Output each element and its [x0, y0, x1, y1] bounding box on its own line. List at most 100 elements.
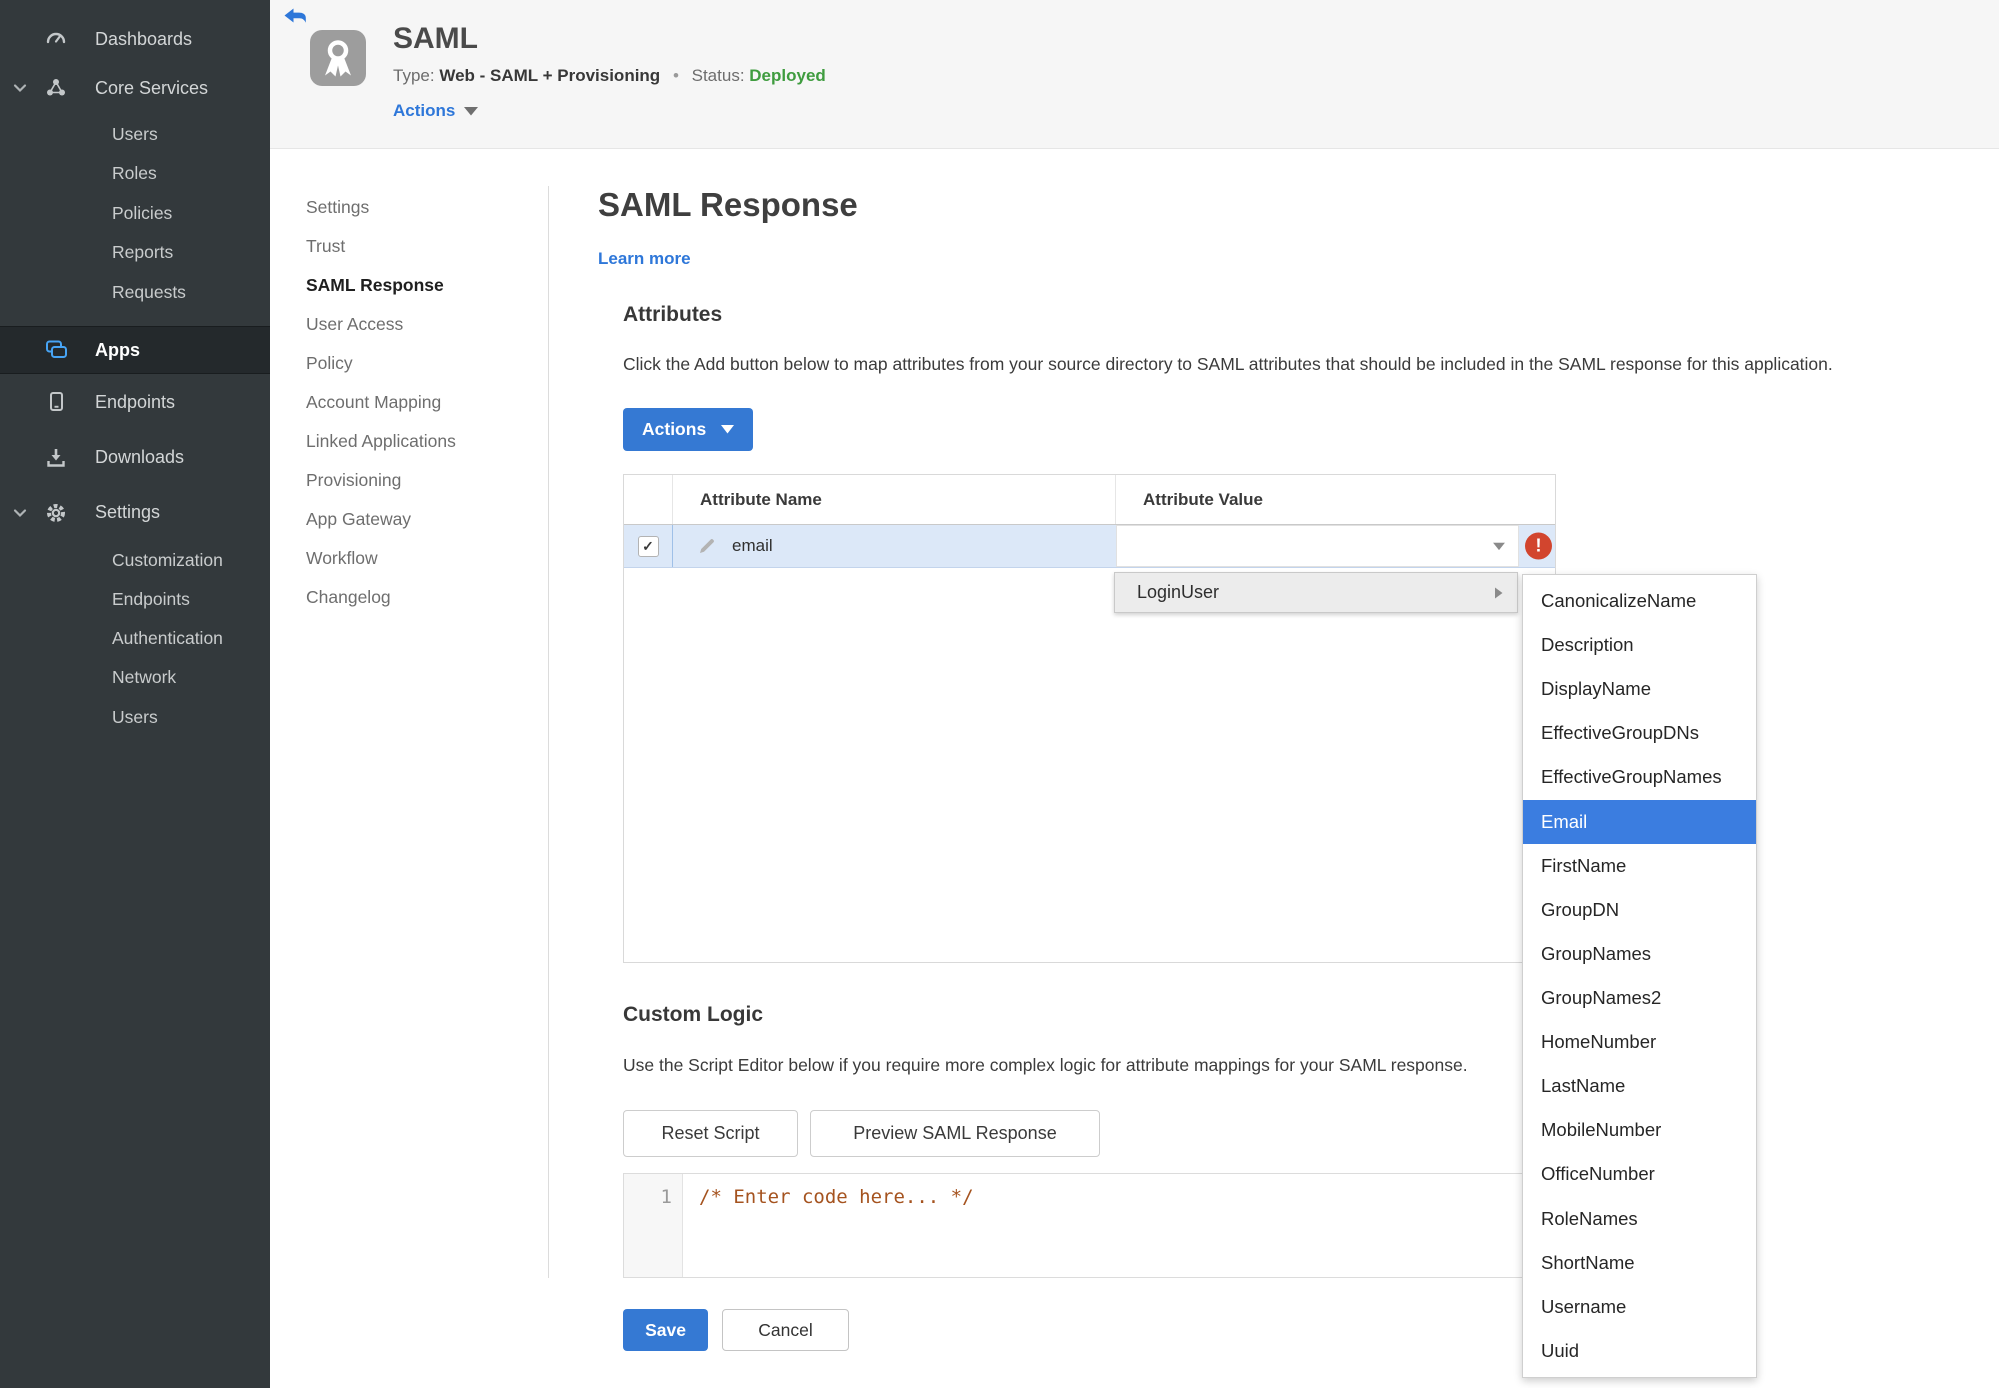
status-badge: Deployed — [749, 66, 826, 85]
sidebar-item-label: Core Services — [95, 77, 209, 98]
save-button[interactable]: Save — [623, 1309, 708, 1351]
app-title: SAML — [393, 22, 478, 55]
tab-account-mapping[interactable]: Account Mapping — [306, 383, 456, 422]
column-header-attribute-name: Attribute Name — [673, 475, 1116, 524]
tab-policy[interactable]: Policy — [306, 344, 456, 383]
menu-item-displayname[interactable]: DisplayName — [1523, 667, 1756, 711]
column-header-attribute-value: Attribute Value — [1143, 489, 1263, 509]
menu-item-uuid[interactable]: Uuid — [1523, 1329, 1756, 1373]
app-subnav: Settings Trust SAML Response User Access… — [306, 188, 456, 617]
sidebar-item-endpoints[interactable]: Endpoints — [0, 374, 270, 430]
sidebar-item-roles[interactable]: Roles — [0, 154, 270, 193]
tab-app-gateway[interactable]: App Gateway — [306, 500, 456, 539]
menu-item-rolenames[interactable]: RoleNames — [1523, 1197, 1756, 1241]
attributes-heading: Attributes — [623, 303, 723, 326]
attributes-actions-button[interactable]: Actions — [623, 408, 754, 451]
tab-changelog[interactable]: Changelog — [306, 578, 456, 617]
sidebar-item-label: Dashboards — [95, 28, 193, 49]
reset-script-button[interactable]: Reset Script — [623, 1110, 798, 1157]
sidebar-item-reports[interactable]: Reports — [0, 233, 270, 272]
dashboard-gauge-icon — [44, 27, 74, 51]
submenu-arrow-icon — [1495, 587, 1503, 598]
tab-provisioning[interactable]: Provisioning — [306, 461, 456, 500]
menu-item-mobilenumber[interactable]: MobileNumber — [1523, 1108, 1756, 1152]
tab-user-access[interactable]: User Access — [306, 305, 456, 344]
caret-down-icon — [1493, 542, 1505, 551]
cancel-button[interactable]: Cancel — [722, 1309, 849, 1351]
attributes-table: Attribute Name Attribute Value ✓ email ! — [623, 474, 1556, 963]
apps-stack-icon — [44, 338, 74, 362]
chevron-down-icon — [0, 508, 44, 518]
sidebar-item-label: Downloads — [95, 447, 185, 467]
sidebar-item-users[interactable]: Users — [0, 114, 270, 154]
menu-item-groupnames[interactable]: GroupNames — [1523, 932, 1756, 976]
menu-item-lastname[interactable]: LastName — [1523, 1064, 1756, 1108]
preview-saml-response-button[interactable]: Preview SAML Response — [810, 1110, 1100, 1157]
error-icon: ! — [1525, 532, 1552, 560]
sidebar-item-label: Endpoints — [95, 391, 176, 412]
editor-gutter: 1 — [624, 1174, 683, 1277]
sidebar-item-core-services[interactable]: Core Services — [0, 62, 270, 114]
header-actions-menu[interactable]: Actions — [393, 101, 479, 121]
menu-item-officenumber[interactable]: OfficeNumber — [1523, 1152, 1756, 1196]
tab-trust[interactable]: Trust — [306, 227, 456, 266]
menu-item-email-selected[interactable]: Email — [1523, 799, 1756, 844]
menu-item-username[interactable]: Username — [1523, 1285, 1756, 1329]
menu-item-shortname[interactable]: ShortName — [1523, 1241, 1756, 1285]
cancel-label: Cancel — [758, 1319, 813, 1340]
chevron-down-icon — [0, 83, 44, 93]
attribute-name-cell: email — [673, 525, 1116, 567]
menu-item-firstname[interactable]: FirstName — [1523, 844, 1756, 888]
select-column-header — [624, 475, 673, 524]
learn-more-link[interactable]: Learn more — [598, 249, 691, 269]
page-title: SAML Response — [598, 186, 858, 223]
menu-item-homenumber[interactable]: HomeNumber — [1523, 1020, 1756, 1064]
sidebar-item-customization[interactable]: Customization — [0, 540, 270, 580]
sidebar-item-settings-users[interactable]: Users — [0, 697, 270, 737]
download-icon — [44, 446, 74, 470]
reset-script-label: Reset Script — [661, 1123, 760, 1143]
app-root: Dashboards Core Services Users Roles Pol… — [0, 0, 1999, 1388]
sidebar-item-authentication[interactable]: Authentication — [0, 619, 270, 658]
script-editor: 1 /* Enter code here... */ — [623, 1173, 1556, 1278]
attribute-value-dropdown[interactable] — [1116, 525, 1519, 567]
sidebar-item-settings-endpoints[interactable]: Endpoints — [0, 580, 270, 619]
menu-item-groupnames2[interactable]: GroupNames2 — [1523, 976, 1756, 1020]
app-meta: Type: Web - SAML + Provisioning • Status… — [393, 66, 826, 86]
edit-pencil-icon[interactable] — [697, 536, 717, 556]
sidebar-item-policies[interactable]: Policies — [0, 193, 270, 233]
menu-item-effectivegroupdns[interactable]: EffectiveGroupDNs — [1523, 711, 1756, 755]
menu-item-groupdn[interactable]: GroupDN — [1523, 888, 1756, 932]
attributes-table-header: Attribute Name Attribute Value — [624, 475, 1555, 525]
tab-linked-applications[interactable]: Linked Applications — [306, 422, 456, 461]
app-header: SAML Type: Web - SAML + Provisioning • S… — [270, 0, 1999, 149]
editor-line-number: 1 — [660, 1186, 672, 1208]
tab-workflow[interactable]: Workflow — [306, 539, 456, 578]
sidebar-item-settings[interactable]: Settings — [0, 485, 270, 540]
sidebar-item-downloads[interactable]: Downloads — [0, 430, 270, 485]
back-arrow-icon[interactable] — [284, 8, 307, 31]
menu-item-canonicalizename[interactable]: CanonicalizeName — [1523, 579, 1756, 623]
preview-saml-response-label: Preview SAML Response — [853, 1123, 1057, 1143]
tab-settings[interactable]: Settings — [306, 188, 456, 227]
tab-saml-response[interactable]: SAML Response — [306, 266, 456, 305]
sidebar-item-network[interactable]: Network — [0, 658, 270, 697]
row-checkbox[interactable]: ✓ — [637, 535, 659, 557]
context-menu-loginuser[interactable]: LoginUser — [1114, 572, 1518, 613]
editor-code-area[interactable]: /* Enter code here... */ — [683, 1174, 1555, 1277]
core-services-cluster-icon — [44, 76, 74, 100]
caret-down-icon — [721, 425, 735, 434]
meta-separator: • — [672, 66, 679, 85]
save-label: Save — [645, 1319, 686, 1340]
type-value: Web - SAML + Provisioning — [439, 66, 661, 85]
menu-item-effectivegroupnames[interactable]: EffectiveGroupNames — [1523, 755, 1756, 799]
sidebar-item-dashboards[interactable]: Dashboards — [0, 16, 270, 62]
custom-logic-heading: Custom Logic — [623, 1003, 763, 1026]
menu-item-description[interactable]: Description — [1523, 623, 1756, 667]
subnav-divider — [548, 186, 549, 1278]
saml-app-ribbon-icon — [310, 30, 366, 86]
context-menu-label: LoginUser — [1137, 582, 1220, 602]
caret-down-icon — [464, 106, 479, 115]
sidebar-item-requests[interactable]: Requests — [0, 272, 270, 312]
sidebar-item-apps-selected[interactable]: Apps — [0, 326, 270, 374]
